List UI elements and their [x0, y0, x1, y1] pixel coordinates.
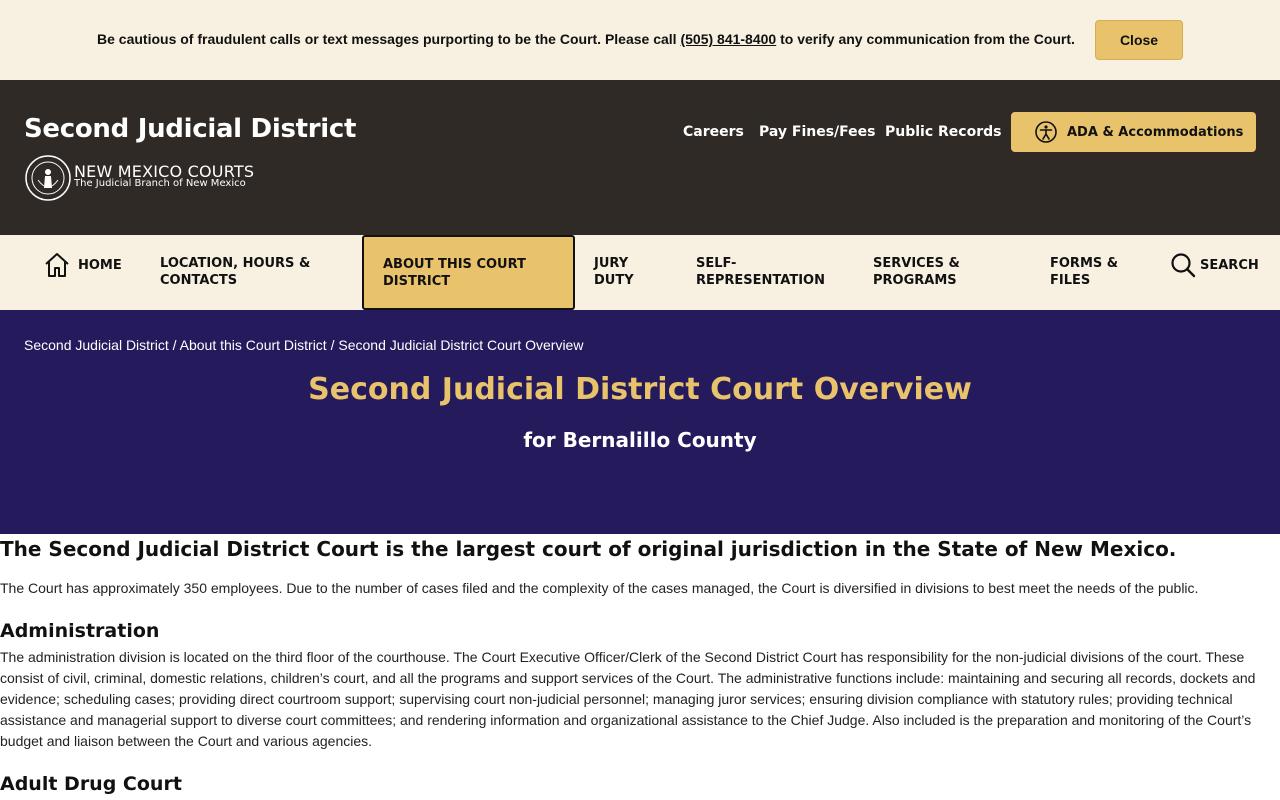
public-records-link[interactable]: Public Records — [885, 124, 1001, 140]
breadcrumb-separator: / — [326, 337, 339, 353]
site-header: Second Judicial District NEW MEXICO COUR… — [0, 80, 1280, 235]
administration-heading: Administration — [0, 620, 160, 642]
administration-paragraph: The administration division is located o… — [0, 649, 1256, 749]
lead-heading: The Second Judicial District Court is th… — [0, 537, 1177, 561]
nav-home-label: HOME — [78, 257, 122, 273]
breadcrumb-current: Second Judicial District Court Overview — [338, 337, 584, 353]
breadcrumb: Second Judicial District / About this Co… — [24, 337, 583, 353]
nav-location-hours-contacts[interactable]: LOCATION, HOURS & CONTACTS — [160, 255, 320, 289]
main-nav: HOME LOCATION, HOURS & CONTACTS ABOUT TH… — [0, 235, 1280, 310]
nav-jury-duty[interactable]: JURY DUTY — [594, 255, 654, 289]
court-seal-icon[interactable] — [24, 154, 72, 202]
intro-paragraph: The Court has approximately 350 employee… — [0, 580, 1199, 596]
ada-accommodations-button[interactable]: ADA & Accommodations — [1011, 112, 1256, 152]
search-icon — [1171, 253, 1196, 278]
alert-phone-link[interactable]: (505) 841-8400 — [680, 31, 776, 47]
pay-fines-link[interactable]: Pay Fines/Fees — [759, 124, 876, 140]
alert-message: Be cautious of fraudulent calls or text … — [97, 31, 1075, 47]
fraud-alert-banner: Be cautious of fraudulent calls or text … — [0, 0, 1280, 80]
home-icon — [45, 253, 69, 277]
page-subtitle: for Bernalillo County — [523, 428, 757, 452]
careers-link[interactable]: Careers — [683, 124, 744, 140]
logo-sub-text: The Judicial Branch of New Mexico — [74, 178, 246, 189]
site-title[interactable]: Second Judicial District — [24, 114, 356, 144]
ada-button-label: ADA & Accommodations — [1067, 124, 1244, 140]
nav-home[interactable]: HOME — [44, 251, 122, 279]
breadcrumb-about-link[interactable]: About this Court District — [180, 337, 327, 353]
nav-forms-files[interactable]: FORMS & FILES — [1050, 255, 1140, 289]
breadcrumb-home-link[interactable]: Second Judicial District — [24, 337, 169, 353]
alert-text-before: Be cautious of fraudulent calls or text … — [97, 31, 681, 47]
nav-about-label: ABOUT THIS COURT DISTRICT — [383, 257, 526, 289]
nav-search[interactable]: SEARCH — [1170, 251, 1259, 279]
nav-self-representation[interactable]: SELF-REPRESENTATION — [696, 255, 836, 289]
close-alert-button[interactable]: Close — [1095, 20, 1183, 60]
page-hero: Second Judicial District / About this Co… — [0, 310, 1280, 534]
adult-drug-court-heading: Adult Drug Court — [0, 773, 182, 795]
nav-about-court-district[interactable]: ABOUT THIS COURT DISTRICT — [362, 235, 575, 310]
nav-search-label: SEARCH — [1200, 257, 1259, 273]
nav-services-programs[interactable]: SERVICES & PROGRAMS — [873, 255, 993, 289]
accessibility-icon — [1035, 121, 1057, 143]
alert-text-after: to verify any communication from the Cou… — [776, 31, 1075, 47]
breadcrumb-separator: / — [168, 337, 180, 353]
nav-self-label: SELF-REPRESENTATION — [696, 256, 825, 288]
page-title: Second Judicial District Court Overview — [308, 372, 972, 407]
